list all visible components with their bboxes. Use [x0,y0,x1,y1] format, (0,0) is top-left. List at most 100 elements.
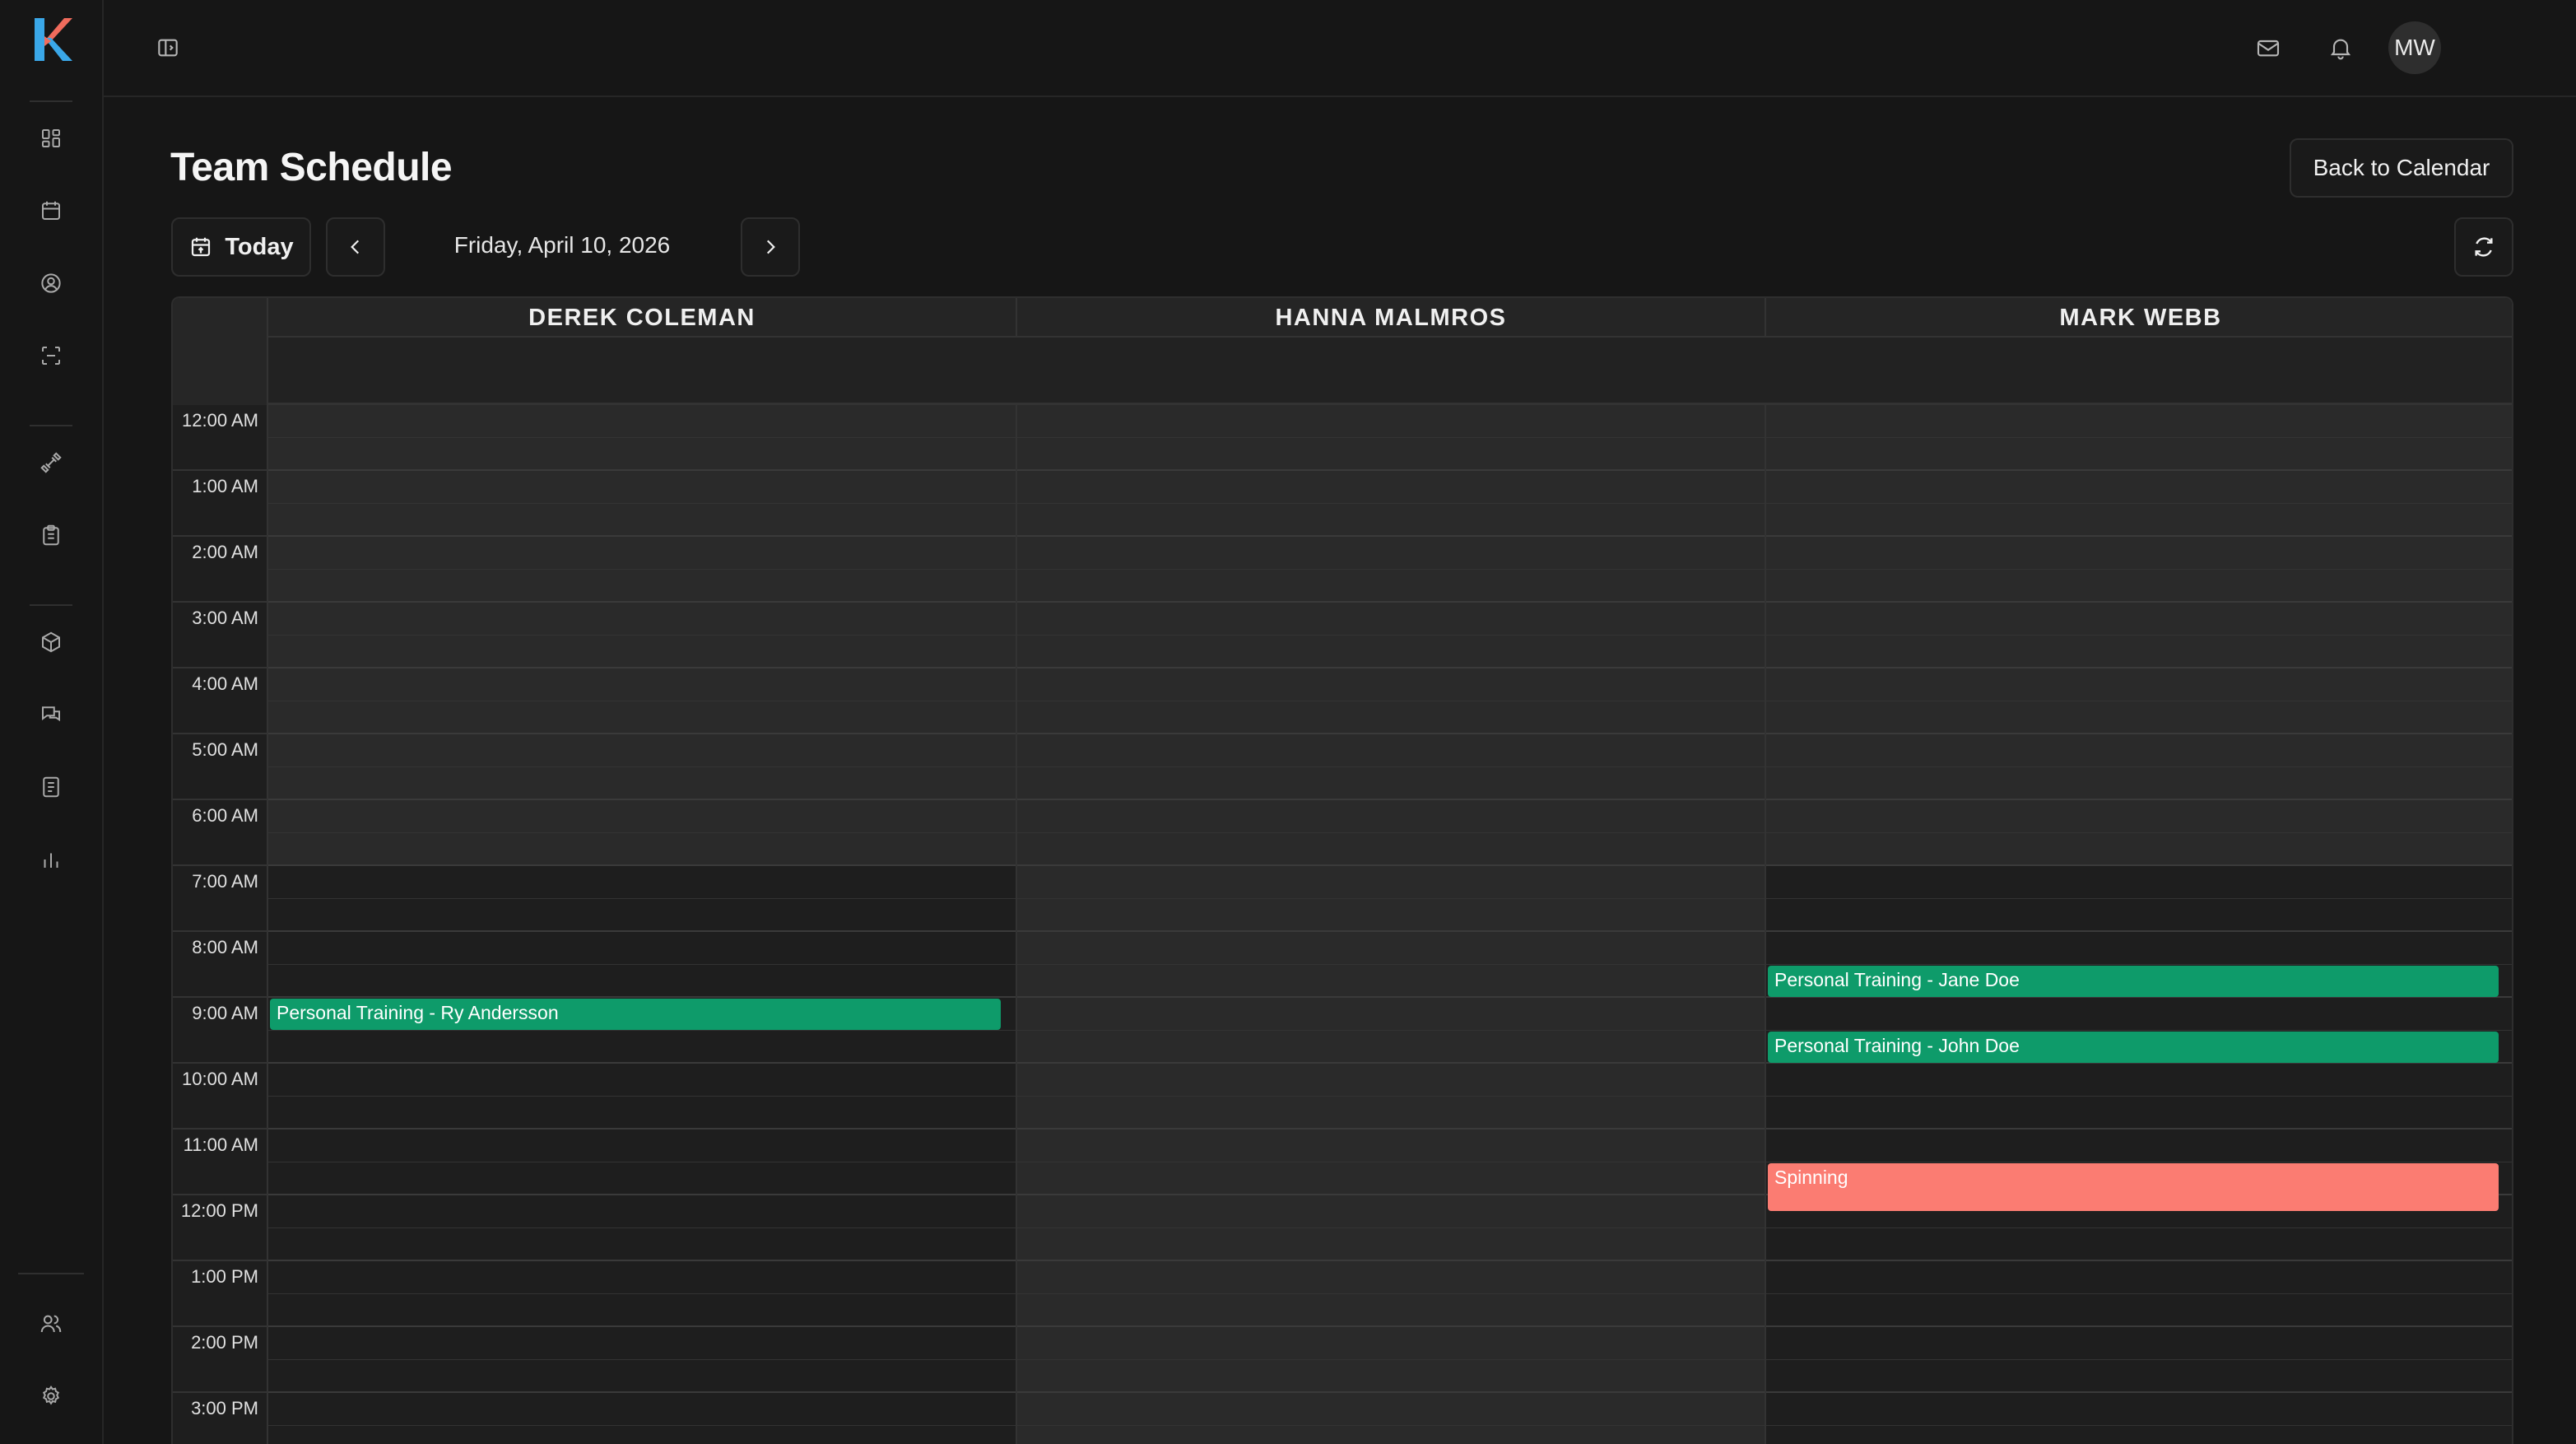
time-slot[interactable] [268,965,1016,998]
time-slot[interactable] [268,1294,1016,1327]
time-slot[interactable] [1766,504,2512,537]
time-slot[interactable] [268,537,1016,570]
time-slot[interactable] [268,1130,1016,1162]
notifications-button[interactable] [2324,31,2357,64]
sidebar-item-dashboard[interactable] [36,123,66,153]
time-slot[interactable] [268,1195,1016,1228]
time-slot[interactable] [1766,1097,2512,1130]
calendar-event[interactable]: Personal Training - John Doe [1768,1032,2499,1063]
time-slot[interactable] [1017,833,1765,866]
sidebar-item-tasks[interactable] [36,520,66,550]
time-slot[interactable] [1766,636,2512,668]
time-slot[interactable] [1766,767,2512,800]
time-slot[interactable] [1017,668,1765,701]
time-slot[interactable] [1766,833,2512,866]
back-to-calendar-button[interactable]: Back to Calendar [2290,138,2513,198]
time-slot[interactable] [1766,1228,2512,1261]
time-slot[interactable] [1017,1195,1765,1228]
time-slot[interactable] [1017,800,1765,833]
time-slot[interactable] [1766,1327,2512,1360]
time-slot[interactable] [1766,899,2512,932]
time-slot[interactable] [1017,1294,1765,1327]
time-slot[interactable] [1017,932,1765,965]
time-slot[interactable] [1017,1130,1765,1162]
time-slot[interactable] [1017,1360,1765,1393]
sidebar-item-team[interactable] [36,1309,66,1339]
time-slot[interactable] [268,734,1016,767]
time-slot[interactable] [1017,570,1765,603]
calendar-event[interactable]: Spinning [1768,1163,2499,1211]
time-slot[interactable] [268,438,1016,471]
time-slot[interactable] [268,504,1016,537]
sidebar-item-settings[interactable] [36,1381,66,1411]
time-slot[interactable] [1017,537,1765,570]
time-slot[interactable] [268,1228,1016,1261]
time-slot[interactable] [1017,1162,1765,1195]
time-slot[interactable] [268,1162,1016,1195]
time-slot[interactable] [268,1031,1016,1064]
time-slot[interactable] [1017,636,1765,668]
time-slot[interactable] [1017,899,1765,932]
time-slot[interactable] [1766,1261,2512,1294]
time-slot[interactable] [1017,504,1765,537]
sidebar-item-products[interactable] [36,627,66,657]
time-slot[interactable] [1017,734,1765,767]
time-slot[interactable] [1017,1228,1765,1261]
previous-day-button[interactable] [326,217,385,277]
time-slot[interactable] [1017,1064,1765,1097]
time-slot[interactable] [268,1426,1016,1444]
sidebar-item-scan[interactable] [36,341,66,370]
time-slot[interactable] [268,1097,1016,1130]
time-slot[interactable] [268,833,1016,866]
time-slot[interactable] [1766,1360,2512,1393]
time-slot[interactable] [1766,800,2512,833]
time-slot[interactable] [1766,1294,2512,1327]
time-slot[interactable] [1766,570,2512,603]
time-slot[interactable] [1766,438,2512,471]
time-slot[interactable] [1766,603,2512,636]
time-slot[interactable] [268,899,1016,932]
refresh-button[interactable] [2454,217,2513,277]
time-slot[interactable] [268,405,1016,438]
time-slot[interactable] [1017,998,1765,1031]
time-slot[interactable] [268,932,1016,965]
time-slot[interactable] [1766,1426,2512,1444]
calendar-event[interactable]: Personal Training - Jane Doe [1768,966,2499,997]
next-day-button[interactable] [741,217,800,277]
time-slot[interactable] [1017,603,1765,636]
time-slot[interactable] [268,767,1016,800]
time-slot[interactable] [1017,405,1765,438]
time-slot[interactable] [1017,767,1765,800]
time-slot[interactable] [1017,471,1765,504]
time-slot[interactable] [268,603,1016,636]
time-slot[interactable] [1017,438,1765,471]
time-slot[interactable] [268,701,1016,734]
app-logo[interactable] [31,16,72,63]
avatar[interactable]: MW [2388,21,2441,74]
time-slot[interactable] [268,1261,1016,1294]
time-slot[interactable] [268,1393,1016,1426]
time-slot[interactable] [1766,998,2512,1031]
time-slot[interactable] [268,866,1016,899]
time-slot[interactable] [1766,537,2512,570]
time-slot[interactable] [1766,1130,2512,1162]
time-slot[interactable] [1766,932,2512,965]
time-slot[interactable] [268,570,1016,603]
time-slot[interactable] [268,1064,1016,1097]
time-slot[interactable] [1017,866,1765,899]
all-day-row[interactable] [268,338,2512,405]
sidebar-item-training[interactable] [36,448,66,477]
sidebar-item-calendar[interactable] [36,196,66,226]
time-slot[interactable] [268,471,1016,504]
time-slot[interactable] [1766,405,2512,438]
time-slot[interactable] [1766,1064,2512,1097]
time-slot[interactable] [1017,1393,1765,1426]
sidebar-item-documents[interactable] [36,772,66,802]
time-slot[interactable] [1017,1261,1765,1294]
time-slot[interactable] [1017,1426,1765,1444]
calendar-event[interactable]: Personal Training - Ry Andersson [270,999,1001,1030]
time-slot[interactable] [1017,1097,1765,1130]
time-slot[interactable] [1766,471,2512,504]
time-slot[interactable] [268,1360,1016,1393]
time-slot[interactable] [1766,734,2512,767]
